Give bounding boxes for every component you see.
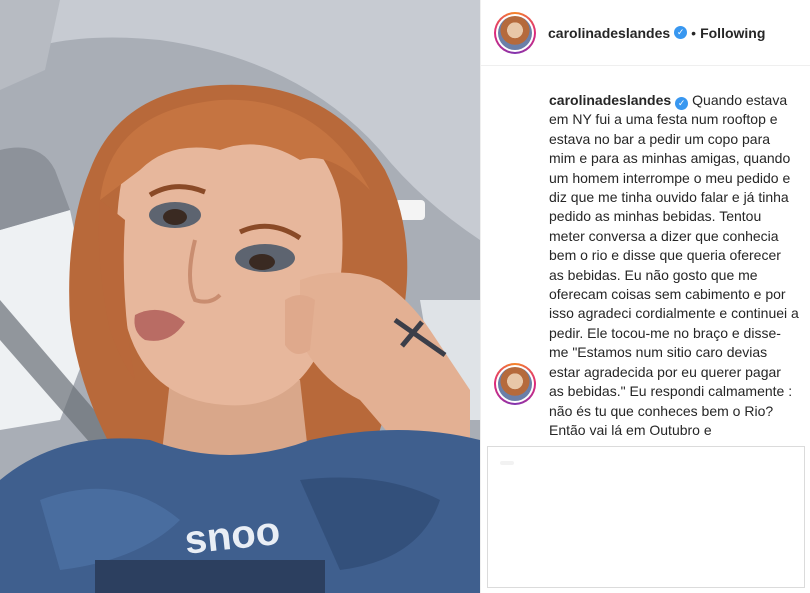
post-actions-box — [487, 446, 805, 588]
post-header: carolinadeslandes ✓ • Following — [481, 0, 810, 66]
verified-badge-icon: ✓ — [674, 26, 688, 39]
header-separator: • — [691, 24, 697, 41]
following-button[interactable]: Following — [700, 25, 765, 41]
caption-text: Quando estava em NY fui a uma festa num … — [549, 92, 799, 438]
post-caption: carolinadeslandes ✓ Quando estava em NY fu… — [549, 91, 799, 440]
post-photo[interactable]: snoo — [0, 0, 480, 593]
comments-area[interactable]: carolinadeslandes ✓ Quando estava em NY fu… — [481, 67, 810, 445]
avatar-inner — [496, 13, 534, 52]
shirt-graphic — [95, 560, 325, 593]
placeholder-line — [500, 461, 514, 465]
header-username[interactable]: carolinadeslandes — [548, 25, 670, 41]
left-eye — [163, 209, 187, 225]
right-eye — [249, 254, 275, 270]
post-photo-illustration: snoo — [0, 0, 480, 593]
avatar-image — [498, 15, 532, 50]
header-avatar[interactable] — [494, 11, 536, 54]
caption-username[interactable]: carolinadeslandes — [549, 92, 671, 108]
caption-verified-badge-icon: ✓ — [675, 97, 689, 110]
post-side-panel: carolinadeslandes ✓ • Following carolina… — [480, 0, 810, 593]
caption-avatar[interactable] — [494, 363, 536, 405]
